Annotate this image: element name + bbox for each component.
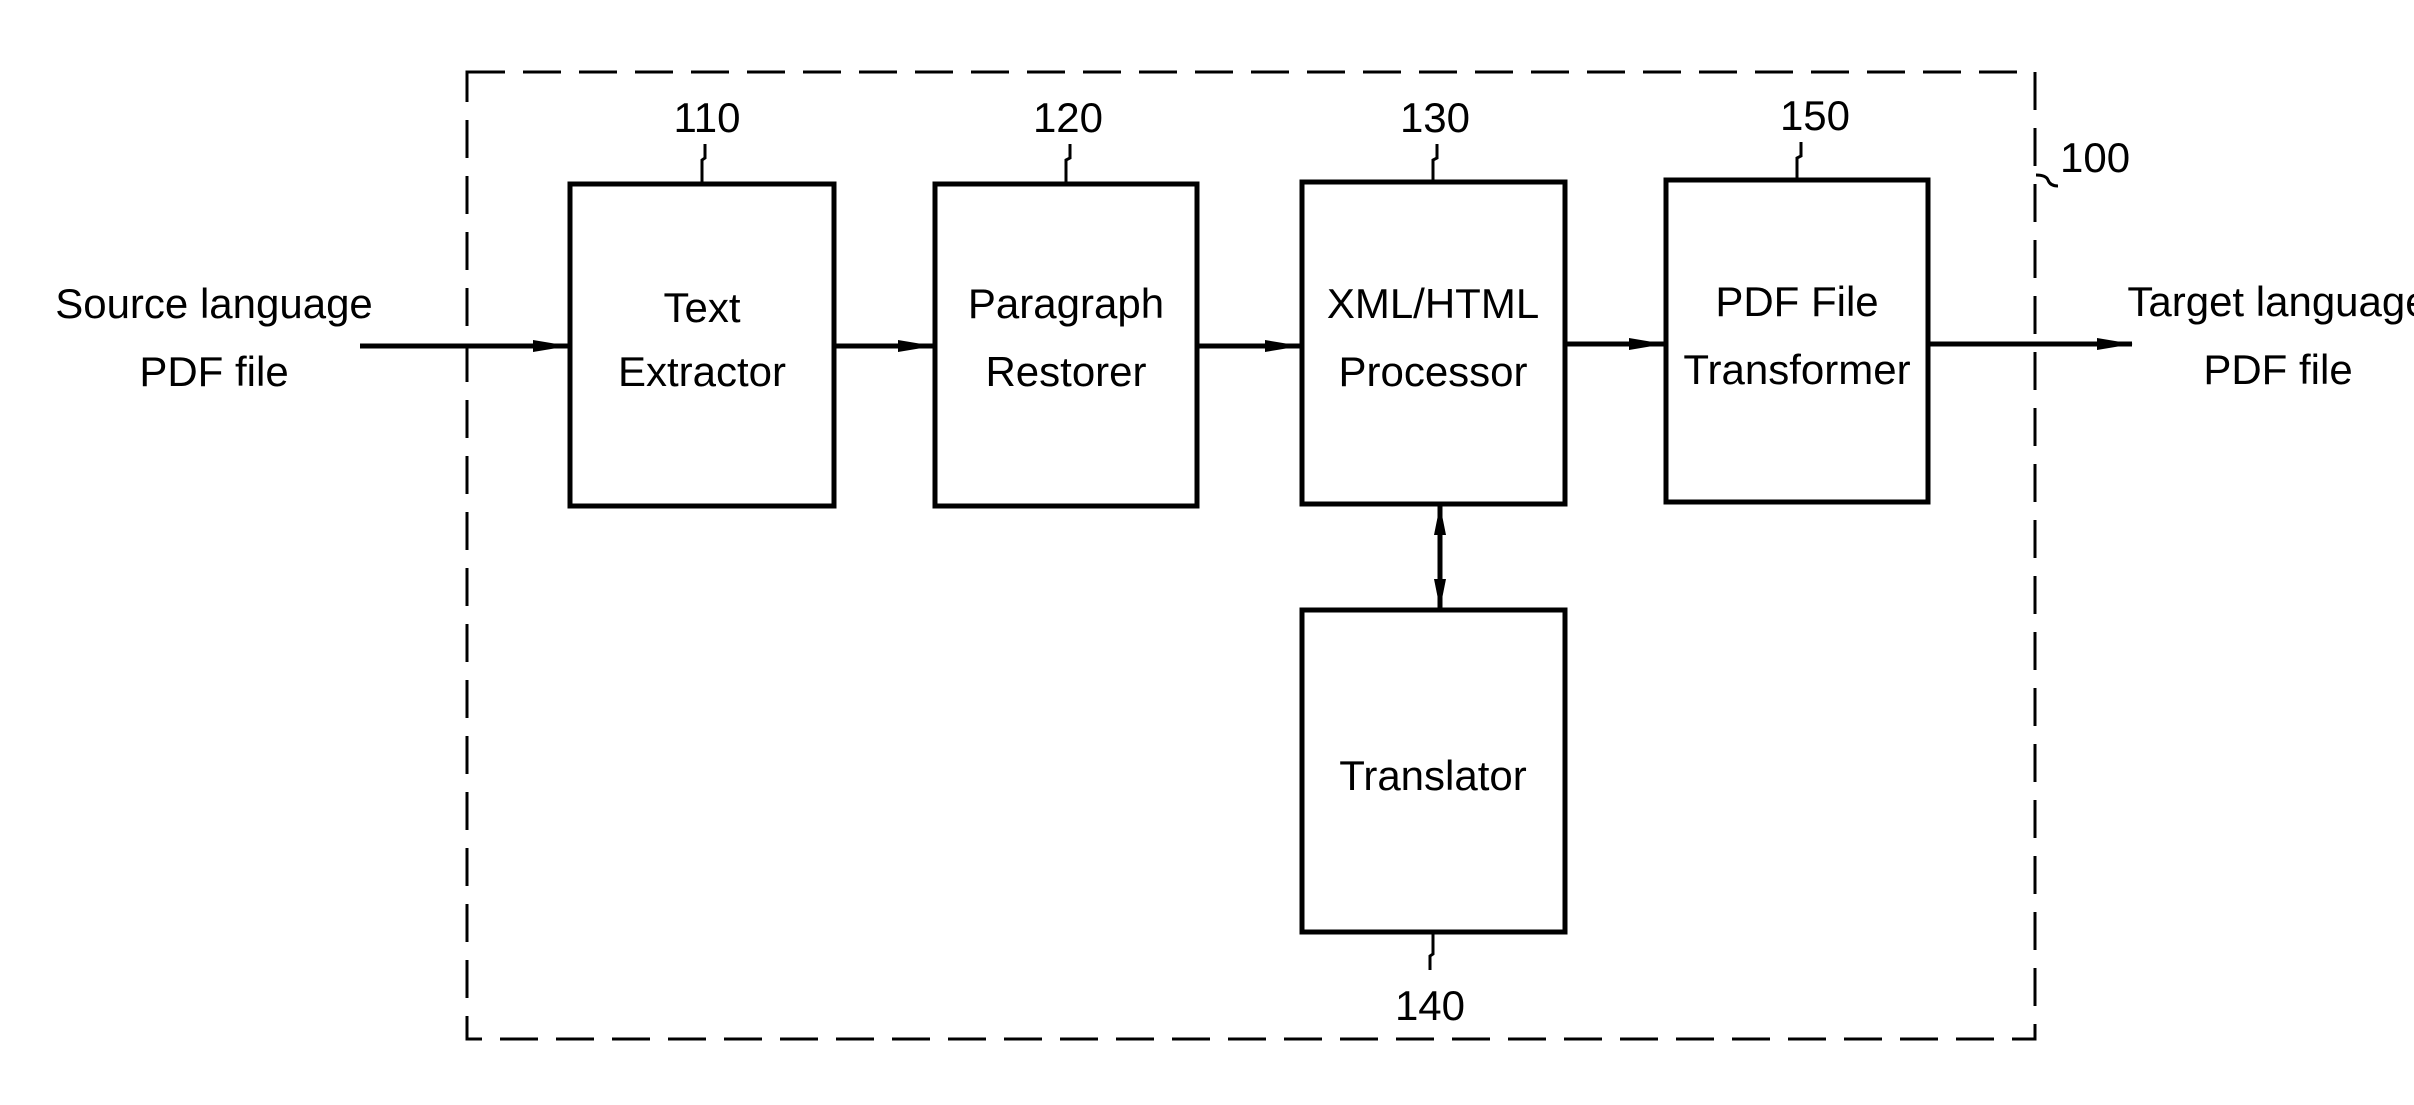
pdf-file-transformer-line1: PDF File [1715,278,1878,325]
ref-110: 110 [674,94,741,141]
output-label-line1: Target language [2127,278,2414,325]
block-text-extractor: Text Extractor 110 [567,94,837,509]
pdf-file-transformer-line2: Transformer [1683,346,1910,393]
ref-140: 140 [1395,982,1465,1029]
xml-html-processor-line2: Processor [1338,348,1527,395]
system-ref-label: 100 [2060,134,2130,181]
block-xml-html-processor: XML/HTML Processor 130 [1299,94,1568,507]
ref-130: 130 [1400,94,1470,141]
output-label-line2: PDF file [2203,346,2352,393]
text-extractor-line1: Text [663,284,740,331]
input-label-line1: Source language [55,280,373,327]
ref-120: 120 [1033,94,1103,141]
text-extractor-line2: Extractor [618,348,786,395]
paragraph-restorer-line2: Restorer [985,348,1146,395]
system-boundary [465,70,2037,1041]
block-diagram: 100 Source language PDF file Target lang… [55,70,2414,1041]
block-pdf-file-transformer: PDF File Transformer 150 [1663,92,1931,505]
block-translator: Translator 140 [1299,607,1568,1029]
input-label-line2: PDF file [139,348,288,395]
xml-html-processor-line1: XML/HTML [1327,280,1539,327]
paragraph-restorer-line1: Paragraph [968,280,1164,327]
ref-150: 150 [1780,92,1850,139]
block-paragraph-restorer: Paragraph Restorer 120 [932,94,1200,509]
system-ref-100: 100 [2035,134,2130,188]
translator-line1: Translator [1339,752,1527,799]
